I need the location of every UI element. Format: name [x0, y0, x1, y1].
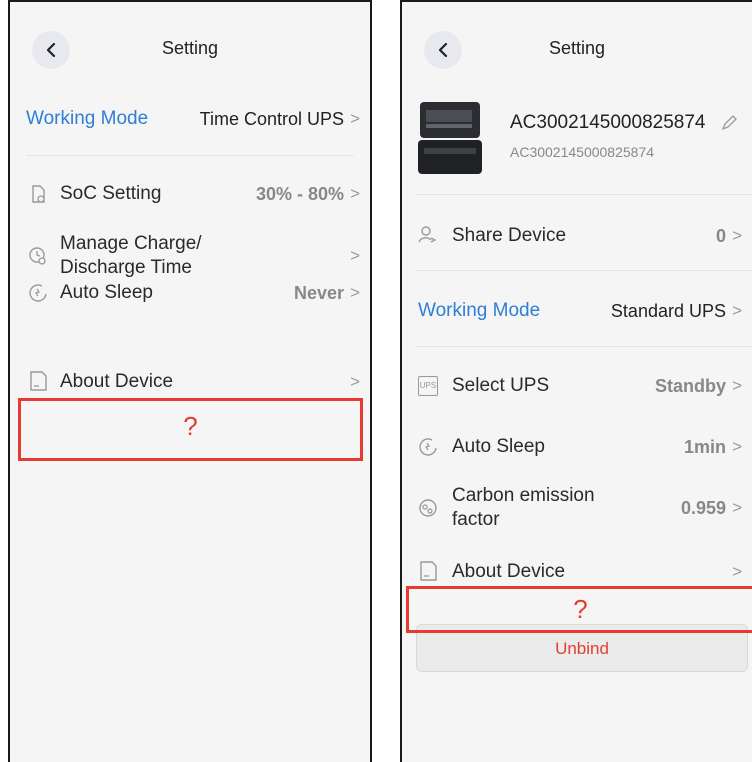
manage-charge-row[interactable]: Manage Charge/ Discharge Time > [10, 232, 370, 280]
share-device-row[interactable]: Share Device 0 > [402, 222, 752, 250]
user-share-icon [418, 226, 437, 243]
chevron-right-icon: > [732, 301, 742, 320]
clock-icon [29, 247, 46, 265]
working-mode-label: Working Mode [26, 108, 149, 129]
auto-sleep-row[interactable]: Auto Sleep Never > [10, 279, 370, 307]
share-device-value: 0 [715, 225, 726, 246]
document-icon [30, 371, 47, 391]
about-device-row[interactable]: About Device > [402, 558, 752, 586]
select-ups-row[interactable]: UPS Select UPS Standby > [402, 372, 752, 400]
about-device-label: About Device [452, 561, 566, 582]
manage-charge-label-line2: Discharge Time [60, 257, 192, 278]
ups-icon: UPS [418, 376, 438, 396]
divider [416, 270, 752, 271]
divider [416, 346, 752, 347]
soc-setting-row[interactable]: SoC Setting 30% - 80% > [10, 180, 370, 208]
carbon-emission-value: 0.959 [680, 498, 726, 518]
right-settings-screen: Setting AC3002145000825874 AC30021450008… [400, 0, 752, 762]
missing-element-highlight: ? [18, 398, 363, 461]
chevron-right-icon: > [350, 246, 360, 265]
device-name: AC3002145000825874 [510, 112, 706, 133]
auto-sleep-row[interactable]: Auto Sleep 1min > [402, 433, 752, 461]
chevron-right-icon: > [732, 226, 742, 245]
about-device-label: About Device [60, 371, 174, 392]
select-ups-label: Select UPS [452, 375, 550, 396]
about-device-row[interactable]: About Device > [10, 368, 370, 396]
working-mode-value: Time Control UPS [199, 108, 344, 129]
auto-sleep-label: Auto Sleep [60, 282, 153, 303]
unbind-label: Unbind [555, 639, 609, 658]
working-mode-row[interactable]: Working Mode Standard UPS > [402, 297, 752, 325]
device-image [414, 102, 490, 176]
left-settings-screen: Setting Working Mode Time Control UPS > … [8, 0, 372, 762]
chevron-right-icon: > [350, 283, 360, 302]
edit-icon[interactable] [720, 114, 738, 132]
auto-sleep-value: 1min [683, 436, 726, 457]
question-mark: ? [573, 594, 588, 624]
select-ups-value: Standby [654, 375, 726, 396]
missing-element-highlight: ? [406, 586, 752, 633]
divider [416, 194, 752, 195]
divider [26, 155, 354, 156]
document-icon [420, 561, 437, 581]
working-mode-label: Working Mode [418, 300, 541, 321]
page-title: Setting [548, 38, 606, 58]
share-device-label: Share Device [452, 225, 567, 246]
chevron-right-icon: > [350, 109, 360, 128]
carbon-emission-label-line1: Carbon emission [452, 485, 595, 506]
page-title: Setting [161, 38, 219, 58]
question-mark: ? [183, 411, 198, 441]
chevron-right-icon: > [732, 562, 742, 581]
carbon-icon [419, 499, 437, 517]
carbon-emission-row[interactable]: Carbon emission factor 0.959 > [402, 484, 752, 532]
chevron-right-icon: > [732, 376, 742, 395]
soc-setting-label: SoC Setting [60, 183, 162, 204]
auto-sleep-label: Auto Sleep [452, 436, 545, 457]
auto-sleep-value: Never [293, 282, 344, 303]
chevron-right-icon: > [732, 498, 742, 517]
carbon-emission-label-line2: factor [452, 509, 500, 530]
chevron-right-icon: > [732, 437, 742, 456]
working-mode-value: Standard UPS [610, 300, 726, 321]
soc-setting-value: 30% - 80% [255, 183, 344, 204]
chevron-right-icon: > [350, 184, 360, 203]
chevron-right-icon: > [350, 372, 360, 391]
sleep-icon [419, 438, 437, 456]
working-mode-row[interactable]: Working Mode Time Control UPS > [10, 106, 370, 132]
device-serial: AC3002145000825874 [510, 144, 655, 160]
manage-charge-label-line1: Manage Charge/ [60, 233, 202, 254]
soc-icon [32, 185, 45, 203]
sleep-icon [29, 284, 47, 302]
